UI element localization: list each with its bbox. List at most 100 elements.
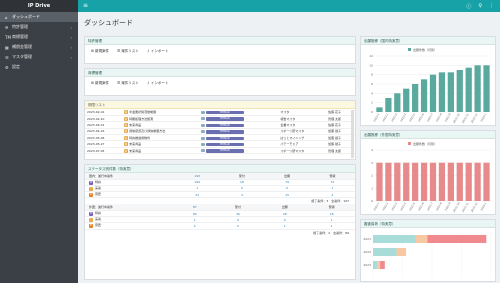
category-tag: J [89,218,93,223]
stats-c1[interactable]: 4 [219,191,265,199]
bar [420,162,428,201]
exam-load-panel: 審査負荷（特実意） 2021 2022 2023 [360,219,496,282]
sidebar-item-icon: ✉ [5,24,9,30]
status-badge: ◦ [201,142,205,146]
patent-new-link[interactable]: ⊞ 新規案件 [91,49,109,54]
x-tick-label: 2022-5 [408,112,416,122]
chart1-title: 出願推移（国内特実意） [361,37,495,45]
info-icon[interactable]: ⓘ [466,3,471,10]
sidebar-item-0[interactable]: ⌂ ダッシュボード [0,12,78,22]
sidebar-item-2[interactable]: TM 商標管理 ‹ [0,32,78,42]
stats-c3[interactable]: 1 [308,222,355,230]
deadline-panel: 期限リスト 2023-02-01 特 半金属状態流動制御 ◦ TRYMAR マスタ 佐藤… [84,100,356,160]
sidebar-item-3[interactable]: ▦ 補償金管理 ‹ [0,42,78,52]
category-tag: B [89,212,93,217]
stats-total[interactable]: 23 [175,191,220,199]
category-tag: D [89,224,93,229]
x-tick-label: 2023-1 [479,112,487,122]
category-tag: B [89,180,93,185]
x-tick-label: 2022-10 [452,201,461,213]
hamburger-menu-icon[interactable]: ≡ [83,3,88,9]
stats-c2[interactable]: 15 [264,191,310,199]
bar-segment [377,261,381,269]
bar [438,162,446,201]
foreign-stats-table: 外国：進行中案件 87 受付 出願 登録 B 特許 84 36 28 18 J 実案 1 0 0 1 D 意匠 2 0 1… [85,204,355,230]
y-tick-label: 0 [371,199,373,203]
stats-c3[interactable]: 4 [309,191,355,199]
user-icon[interactable]: ♀ [478,3,482,10]
chevron-left-icon: ‹ [70,54,72,60]
app-brand[interactable]: IP Drive [0,0,78,12]
bar [474,162,481,201]
topbar-actions: ⓘ ♀ ⋮ [466,3,494,10]
bar [483,65,490,112]
status-panel-title: ステータス別件数（特実意） [85,165,355,173]
sidebar-item-icon: ▦ [5,44,9,50]
deadline-name[interactable]: 特 未来商品 [122,147,200,153]
type-badge: 特 [123,142,129,147]
bar-segment [380,261,385,269]
bar [456,70,463,112]
x-tick-label: 2022-8 [435,201,443,211]
patent-links: ⊞ 新規案件 ☰ 案件リスト ⇩ インポート [85,45,355,58]
type-badge: 特 [123,109,129,114]
patent-panel-title: 特許管理 [85,37,355,45]
bar [420,79,428,112]
x-tick-label: 2022-7 [426,112,434,122]
trademark-new-link[interactable]: ⊞ 新規案件 [91,81,109,86]
stats-c1[interactable]: 0 [214,222,262,230]
table-row[interactable]: 2023-07-05 特 未来商品 ◦ TRYMAR スポーツ研マスタ 管理 太郎 [85,147,355,154]
x-tick-label: 2022-1 [372,201,380,211]
y-tick-label: 10 [369,63,373,67]
x-tick-label: 2022-8 [435,112,443,122]
bar [465,67,472,112]
bar [429,74,437,112]
bar [403,162,410,201]
x-tick-label: 2022-11 [461,201,470,213]
sidebar-item-icon: TM [5,34,11,40]
sidebar-item-label: 補償金管理 [12,44,32,49]
patent-list-link[interactable]: ☰ 案件リスト [117,49,139,54]
status-badge: ◦ [201,110,205,114]
bar-segment [415,235,428,243]
y-tick-label: 4 [371,148,373,152]
type-badge: 特 [123,148,129,153]
x-tick-label: 2022-3 [390,112,398,122]
patent-import-link[interactable]: ⇩ インポート [147,49,169,54]
deadline-code: ◦ TRYMAR [199,147,278,153]
sidebar-nav: ⌂ ダッシュボード ✉ 特許管理 ‹ TM 商標管理 ‹ ▦ 補償金管理 ‹ ☰ マスタ管理 ‹ ⚙ 設定 [0,12,78,72]
deadline-date: 2023-07-05 [87,148,105,153]
bar [447,72,454,112]
stats-total[interactable]: 2 [175,222,215,230]
sidebar-item-label: 特許管理 [12,24,28,29]
sidebar-item-4[interactable]: ☰ マスタ管理 ‹ [0,52,78,62]
bar [412,162,419,201]
status-badge: ◦ [201,136,205,140]
bar [438,72,446,112]
deadline-person: スポーツ研マスタ [280,148,305,153]
domestic-stats-table: 国内：進行中案件 193 受付 出願 登録 B 特許 169 18 79 72 J 実案 1 0 0 1 D 意匠 2… [85,173,355,199]
deadline-scrollbar[interactable] [351,110,354,158]
bar [394,93,401,112]
sidebar-item-5[interactable]: ⚙ 設定 [0,62,78,72]
bar [385,162,392,201]
foreign-footer: 終了案件：2 全案件：89 [313,230,349,235]
trademark-import-link[interactable]: ⇩ インポート [147,81,169,86]
y-tick-label: 4 [371,91,373,95]
stats-c2[interactable]: 1 [261,222,309,230]
bar [412,84,419,112]
y-tick-label: 2 [371,101,373,105]
trademark-list-link[interactable]: ☰ 案件リスト [117,81,139,86]
x-tick-label: 2022-4 [399,112,407,122]
bar [465,162,472,201]
sidebar-item-icon: ☰ [5,54,9,60]
x-tick-label: 2023-1 [479,201,487,211]
bar-segment [396,248,407,256]
main-content: ダッシュボード 特許管理 ⊞ 新規案件 ☰ 案件リスト ⇩ インポート 商標管理… [78,12,500,283]
chart2-title: 出願推移（外国特実意） [361,131,495,139]
sidebar-item-1[interactable]: ✉ 特許管理 ‹ [0,22,78,32]
sidebar-item-label: 設定 [12,64,20,69]
x-tick-label: 2022-12 [470,112,479,124]
more-icon[interactable]: ⋮ [489,3,494,10]
bar [483,162,490,201]
